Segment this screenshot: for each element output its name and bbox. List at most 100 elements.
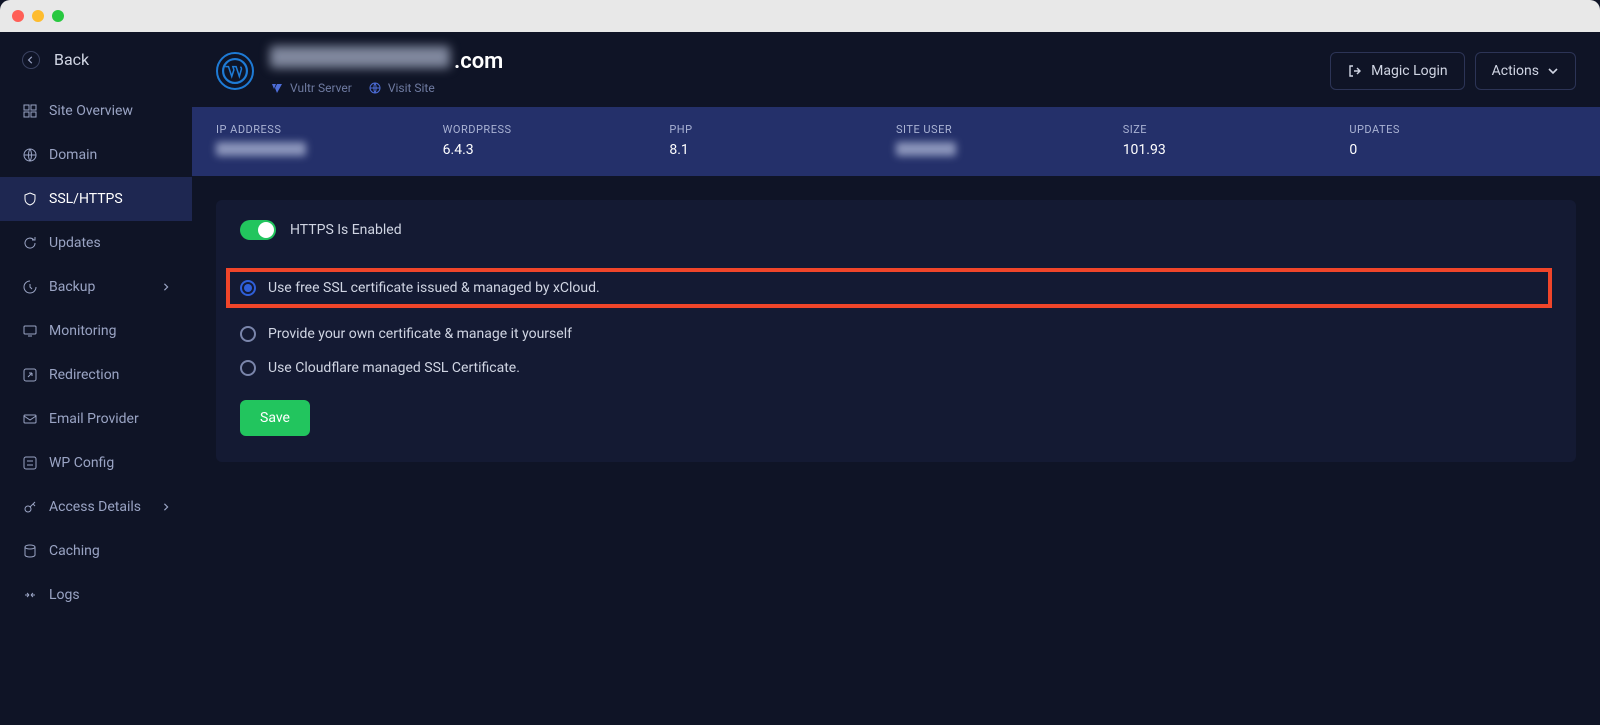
sidebar-item-site-overview[interactable]: Site Overview: [0, 89, 192, 133]
magic-login-button[interactable]: Magic Login: [1330, 52, 1464, 90]
backup-icon: [22, 279, 38, 295]
sidebar-item-backup[interactable]: Backup: [0, 265, 192, 309]
cache-icon: [22, 543, 38, 559]
back-button[interactable]: Back: [0, 32, 192, 89]
sidebar-item-label: SSL/HTTPS: [49, 191, 123, 207]
stat-updates: UPDATES 0: [1349, 123, 1576, 160]
visit-site-link[interactable]: Visit Site: [368, 81, 435, 95]
redacted-site-user-value: [896, 142, 956, 156]
page-header: .com Vultr Server Visit Site Magic Login: [192, 32, 1600, 107]
actions-button[interactable]: Actions: [1475, 52, 1576, 90]
radio-selected-icon: [240, 280, 256, 296]
stat-label: SITE USER: [896, 123, 1123, 136]
stat-label: IP ADDRESS: [216, 123, 443, 136]
window-zoom-dot[interactable]: [52, 10, 64, 22]
ssl-settings-panel: HTTPS Is Enabled Use free SSL certificat…: [216, 200, 1576, 462]
key-icon: [22, 499, 38, 515]
sidebar-item-label: Updates: [49, 235, 101, 251]
radio-unselected-icon: [240, 326, 256, 342]
sidebar-item-label: Access Details: [49, 499, 141, 515]
visit-site-label: Visit Site: [388, 81, 435, 95]
chevron-down-icon: [1547, 65, 1559, 77]
chevron-right-icon: [162, 283, 170, 291]
sidebar-item-access-details[interactable]: Access Details: [0, 485, 192, 529]
sidebar-item-ssl-https[interactable]: SSL/HTTPS: [0, 177, 192, 221]
sidebar-item-wp-config[interactable]: WP Config: [0, 441, 192, 485]
back-label: Back: [54, 50, 89, 69]
stat-wordpress: WORDPRESS 6.4.3: [443, 123, 670, 160]
actions-label: Actions: [1492, 63, 1539, 79]
overview-icon: [22, 103, 38, 119]
site-subtitle-row: Vultr Server Visit Site: [270, 81, 503, 95]
https-toggle-label: HTTPS Is Enabled: [290, 222, 402, 238]
chevron-left-icon: [22, 51, 40, 69]
stat-label: PHP: [669, 123, 896, 136]
macos-titlebar: [0, 0, 1600, 32]
save-button[interactable]: Save: [240, 400, 310, 436]
stat-ip-address: IP ADDRESS: [216, 123, 443, 160]
site-title: .com: [270, 46, 503, 74]
ssl-option-label: Provide your own certificate & manage it…: [268, 326, 572, 342]
sidebar-item-label: Caching: [49, 543, 100, 559]
server-info[interactable]: Vultr Server: [270, 81, 352, 95]
redacted-domain-name: [270, 46, 450, 68]
magic-login-label: Magic Login: [1371, 63, 1447, 79]
sidebar-item-monitoring[interactable]: Monitoring: [0, 309, 192, 353]
sidebar-item-label: Email Provider: [49, 411, 139, 427]
stat-value: 0: [1349, 142, 1576, 158]
vultr-icon: [270, 81, 284, 95]
https-toggle-row: HTTPS Is Enabled: [240, 220, 1552, 240]
sidebar-item-label: Domain: [49, 147, 97, 163]
highlighted-option: Use free SSL certificate issued & manage…: [226, 268, 1552, 308]
ssl-option-list: Use free SSL certificate issued & manage…: [240, 268, 1552, 376]
stat-label: WORDPRESS: [443, 123, 670, 136]
sidebar-item-logs[interactable]: Logs: [0, 573, 192, 617]
radio-unselected-icon: [240, 360, 256, 376]
login-icon: [1347, 63, 1363, 79]
sidebar: Back Site Overview Domain SSL/HTTPS Upda…: [0, 32, 192, 725]
sidebar-item-label: WP Config: [49, 455, 114, 471]
server-label: Vultr Server: [290, 81, 352, 95]
sidebar-item-caching[interactable]: Caching: [0, 529, 192, 573]
sidebar-item-label: Backup: [49, 279, 95, 295]
domain-suffix: .com: [454, 49, 503, 74]
app-shell: Back Site Overview Domain SSL/HTTPS Upda…: [0, 32, 1600, 725]
sidebar-item-label: Monitoring: [49, 323, 117, 339]
chevron-right-icon: [162, 503, 170, 511]
logs-icon: [22, 587, 38, 603]
stat-size: SIZE 101.93: [1123, 123, 1350, 160]
stat-label: SIZE: [1123, 123, 1350, 136]
sidebar-nav: Site Overview Domain SSL/HTTPS Updates B…: [0, 89, 192, 617]
stat-label: UPDATES: [1349, 123, 1576, 136]
site-title-block: .com Vultr Server Visit Site: [270, 46, 503, 95]
sidebar-item-label: Site Overview: [49, 103, 133, 119]
window-close-dot[interactable]: [12, 10, 24, 22]
globe-icon: [22, 147, 38, 163]
window-minimize-dot[interactable]: [32, 10, 44, 22]
stat-site-user: SITE USER: [896, 123, 1123, 160]
https-toggle[interactable]: [240, 220, 276, 240]
stat-value: 101.93: [1123, 142, 1350, 158]
sidebar-item-redirection[interactable]: Redirection: [0, 353, 192, 397]
ssl-option-label: Use Cloudflare managed SSL Certificate.: [268, 360, 520, 376]
sidebar-item-label: Redirection: [49, 367, 119, 383]
stat-value: 6.4.3: [443, 142, 670, 158]
sidebar-item-domain[interactable]: Domain: [0, 133, 192, 177]
ssl-option-cloudflare[interactable]: Use Cloudflare managed SSL Certificate.: [240, 360, 1552, 376]
shield-icon: [22, 191, 38, 207]
sidebar-item-email-provider[interactable]: Email Provider: [0, 397, 192, 441]
mail-icon: [22, 411, 38, 427]
redirect-icon: [22, 367, 38, 383]
ssl-option-free-xcloud[interactable]: Use free SSL certificate issued & manage…: [240, 280, 600, 296]
config-icon: [22, 455, 38, 471]
ssl-option-label: Use free SSL certificate issued & manage…: [268, 280, 600, 296]
stats-bar: IP ADDRESS WORDPRESS 6.4.3 PHP 8.1 SITE …: [192, 107, 1600, 176]
main-content: .com Vultr Server Visit Site Magic Login: [192, 32, 1600, 725]
stat-value: 8.1: [669, 142, 896, 158]
refresh-icon: [22, 235, 38, 251]
monitor-icon: [22, 323, 38, 339]
ssl-option-own-cert[interactable]: Provide your own certificate & manage it…: [240, 326, 1552, 342]
sidebar-item-label: Logs: [49, 587, 80, 603]
sidebar-item-updates[interactable]: Updates: [0, 221, 192, 265]
wordpress-logo-icon: [216, 52, 254, 90]
